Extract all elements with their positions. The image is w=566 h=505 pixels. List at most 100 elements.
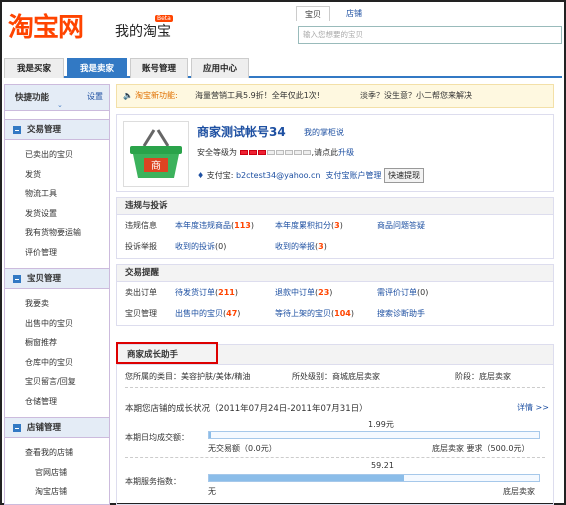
sidebar-item-sell[interactable]: 我要卖	[5, 294, 109, 314]
metric-left: 无交易额（0.0元）	[208, 444, 277, 453]
quick-settings-link[interactable]: 设置	[87, 91, 103, 102]
metric-right: 底层卖家	[503, 487, 535, 496]
alipay-label: 支付宝:	[206, 171, 234, 180]
sidebar-item-taobao-store[interactable]: 淘宝店铺	[5, 482, 109, 502]
upgrade-link[interactable]: 升级	[338, 148, 354, 157]
withdraw-button[interactable]: 快速提现	[384, 168, 425, 183]
sidebar-item-showcase[interactable]: 橱窗推荐	[5, 333, 109, 353]
sidebar-item-official-store[interactable]: 官网店铺	[5, 463, 109, 483]
row-link[interactable]: 待发货订单(211)	[175, 282, 238, 303]
avatar-text: 商	[151, 159, 161, 172]
count-badge: 3	[318, 242, 324, 251]
sidebar-group-store[interactable]: 店铺管理	[5, 417, 109, 438]
row-link[interactable]: 等待上架的宝贝(104)	[275, 303, 354, 324]
row-link[interactable]: 本年度累积扣分(3)	[275, 215, 343, 236]
sidebar-item-ship-settings[interactable]: 发货设置	[5, 204, 109, 224]
stage-value: 底层卖家	[479, 372, 511, 381]
count-badge: 47	[226, 309, 238, 318]
cell-text: 违规信息	[125, 221, 157, 230]
tab-seller[interactable]: 我是卖家	[67, 58, 127, 78]
cell-text[interactable]: 收到的投诉	[175, 242, 215, 251]
count-badge: 113	[234, 221, 251, 230]
progress-fill	[209, 432, 211, 438]
taobao-logo[interactable]: 淘宝网	[8, 7, 84, 44]
cell-text[interactable]: 退款中订单	[275, 288, 315, 297]
cell-text: 投诉举报	[125, 242, 157, 251]
my-store-link[interactable]: 我的掌柜说	[304, 127, 344, 138]
cell-text[interactable]: 搜索诊断助手	[377, 309, 425, 318]
alipay-email[interactable]: b2ctest34@yahoo.cn	[236, 171, 320, 180]
sidebar-item-view-store[interactable]: 查看我的店铺	[5, 443, 109, 463]
row-label: 卖出订单	[125, 282, 157, 303]
safety-label: 安全等级为	[197, 148, 237, 157]
row-link[interactable]: 收到的举报(3)	[275, 236, 327, 257]
notice-link-promo[interactable]: 海量营销工具5.9折！全年仅此1次!	[195, 85, 320, 107]
highlight-box	[116, 342, 218, 364]
beta-badge: Beta	[155, 15, 173, 22]
safety-bar-segment	[248, 150, 257, 155]
sidebar-item-warehouse[interactable]: 仓库中的宝贝	[5, 353, 109, 373]
page-title: 我的淘宝	[115, 24, 171, 40]
count-badge: 0	[420, 288, 426, 297]
metric-label: 本期日均成交额：	[125, 433, 189, 442]
chevron-down-icon[interactable]: ⌄	[57, 101, 63, 109]
sidebar-item-messages[interactable]: 宝贝留言/回复	[5, 372, 109, 392]
main-nav: 我是买家 我是卖家 账号管理 应用中心	[4, 56, 562, 78]
main-content: 🔈 淘宝新功能: 海量营销工具5.9折！全年仅此1次! 淡季？没生意？小二帮您来解…	[116, 84, 554, 505]
search-input[interactable]: 输入您想要的宝贝	[298, 26, 562, 44]
row-link[interactable]: 需评价订单(0)	[377, 282, 428, 303]
sidebar-item-reviews[interactable]: 评价管理	[5, 243, 109, 263]
alipay-manage-link[interactable]: 支付宝账户管理	[326, 171, 382, 180]
count-badge: 104	[334, 309, 351, 318]
row-label: 投诉举报	[125, 236, 157, 257]
row-label: 宝贝管理	[125, 303, 157, 324]
stage-label: 阶段：	[455, 372, 479, 381]
sidebar-item-freight[interactable]: 我有货物要运输	[5, 223, 109, 243]
quick-functions-title: 快捷功能	[15, 93, 50, 103]
notice-label: 淘宝新功能:	[134, 91, 178, 100]
row-link[interactable]: 本年度违规商品(113)	[175, 215, 254, 236]
details-link[interactable]: 详情 >>	[517, 402, 549, 413]
row-link[interactable]: 搜索诊断助手	[377, 303, 425, 324]
cell-text[interactable]: 出售中的宝贝	[175, 309, 223, 318]
sidebar-group-label: 店铺管理	[27, 423, 62, 433]
cell-text[interactable]: 本年度违规商品	[175, 221, 231, 230]
account-name[interactable]: 商家测试帐号34	[197, 123, 286, 140]
search-tab-items[interactable]: 宝贝	[296, 6, 330, 21]
count-badge: 0	[218, 242, 224, 251]
row-link[interactable]: 退款中订单(23)	[275, 282, 332, 303]
cell-text[interactable]: 本年度累积扣分	[275, 221, 331, 230]
growth-section: 商家成长助手 您所属的类目：美容护肤/美体/精油 所处级别：商城底层卖家 阶段：…	[116, 344, 554, 505]
tab-buyer[interactable]: 我是买家	[4, 58, 64, 78]
notice-link-help[interactable]: 淡季？没生意？小二帮您来解决	[360, 85, 472, 107]
sidebar-item-on-sale[interactable]: 出售中的宝贝	[5, 314, 109, 334]
count-badge: 23	[318, 288, 330, 297]
sidebar-item-ship[interactable]: 发货	[5, 165, 109, 185]
table-row: 宝贝管理 出售中的宝贝(47) 等待上架的宝贝(104) 搜索诊断助手	[117, 303, 553, 324]
collapse-icon	[13, 275, 21, 283]
sidebar-group-trade[interactable]: 交易管理	[5, 119, 109, 140]
notice-bar: 🔈 淘宝新功能: 海量营销工具5.9折！全年仅此1次! 淡季？没生意？小二帮您来解…	[116, 84, 554, 108]
cell-text[interactable]: 等待上架的宝贝	[275, 309, 331, 318]
safety-bar-segment	[275, 150, 284, 155]
cell-text[interactable]: 收到的举报	[275, 242, 315, 251]
cell-text[interactable]: 待发货订单	[175, 288, 215, 297]
tab-account[interactable]: 账号管理	[130, 58, 188, 78]
row-link[interactable]: 收到的投诉(0)	[175, 236, 226, 257]
sidebar-item-logistics[interactable]: 物流工具	[5, 184, 109, 204]
search-tab-stores[interactable]: 店铺	[338, 6, 370, 21]
sidebar-item-sold[interactable]: 已卖出的宝贝	[5, 145, 109, 165]
safety-bar-segment	[266, 150, 275, 155]
cell-text[interactable]: 商品问题答疑	[377, 221, 425, 230]
tab-apps[interactable]: 应用中心	[191, 58, 249, 78]
row-link[interactable]: 出售中的宝贝(47)	[175, 303, 240, 324]
cell-text[interactable]: 需评价订单	[377, 288, 417, 297]
sidebar-item-storage[interactable]: 仓储管理	[5, 392, 109, 412]
metric-value: 1.99元	[368, 420, 394, 429]
metric-value: 59.21	[371, 461, 394, 470]
row-link[interactable]: 商品问题答疑	[377, 215, 425, 236]
sidebar-group-items[interactable]: 宝贝管理	[5, 268, 109, 289]
metric-label: 本期服务指数：	[125, 477, 181, 486]
table-row: 违规信息 本年度违规商品(113) 本年度累积扣分(3) 商品问题答疑	[117, 215, 553, 236]
metric-left: 无	[208, 487, 216, 496]
